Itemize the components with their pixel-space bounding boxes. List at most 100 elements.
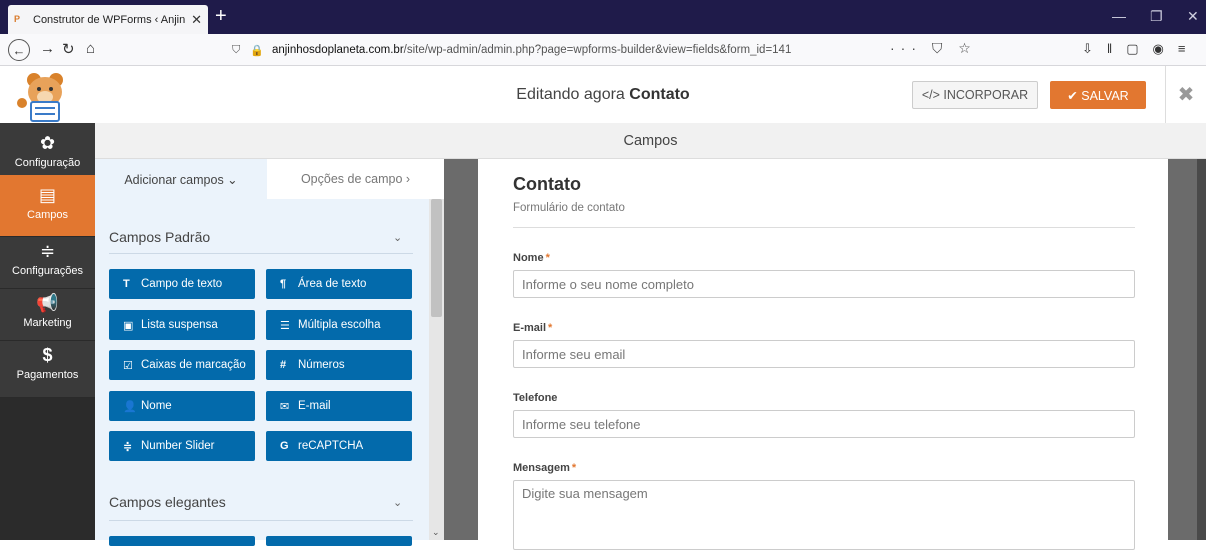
back-icon[interactable]: ← bbox=[8, 39, 30, 61]
tab-close-icon[interactable]: ✕ bbox=[191, 12, 202, 28]
fields-icon: ▤ bbox=[38, 185, 56, 205]
wpforms-favicon-icon: P bbox=[14, 13, 21, 24]
name-field[interactable]: Informe o seu nome completo bbox=[513, 270, 1135, 298]
field-button-text[interactable]: T Campo de texto bbox=[109, 269, 255, 299]
field-button-label: Área de texto bbox=[298, 278, 367, 290]
megaphone-icon: 📢 bbox=[36, 293, 59, 313]
field-button-multiple-choice[interactable]: ☰ Múltipla escolha bbox=[266, 310, 412, 340]
list-icon: ☰ bbox=[280, 319, 290, 332]
preview-scrollbar[interactable] bbox=[1197, 159, 1206, 540]
required-marker: * bbox=[545, 252, 550, 264]
restore-icon[interactable]: ❐ bbox=[1150, 8, 1163, 25]
toolbar-icons[interactable]: ⇩‖▢◉≡ bbox=[1082, 41, 1199, 57]
field-button-label: Caixas de marcação bbox=[141, 359, 246, 371]
field-label-text: E-mail bbox=[513, 322, 547, 334]
field-label-text: Mensagem bbox=[513, 462, 570, 474]
save-button[interactable]: ✔ SALVAR bbox=[1050, 81, 1146, 109]
field-button-partial[interactable] bbox=[266, 536, 412, 546]
required-marker: * bbox=[548, 322, 553, 334]
envelope-icon: ✉ bbox=[280, 400, 290, 413]
field-button-number-slider[interactable]: ≑ Number Slider bbox=[109, 431, 255, 461]
sidebar-item-marketing[interactable]: 📢 Marketing bbox=[0, 289, 95, 341]
field-label-phone[interactable]: Telefone bbox=[513, 392, 557, 404]
sidebar-item-label: Configurações bbox=[12, 265, 83, 277]
hash-icon: # bbox=[280, 359, 287, 371]
shield-icon[interactable]: ⛉ bbox=[232, 44, 240, 57]
required-marker: * bbox=[571, 462, 577, 474]
chevron-down-icon[interactable]: ⌄ bbox=[393, 496, 402, 509]
field-button-label: Nome bbox=[141, 400, 172, 412]
close-builder-icon[interactable]: ✖ bbox=[1165, 66, 1206, 123]
url-bar[interactable]: ⛉ 🔒 anjinhosdoplaneta.com.br /site/wp-ad… bbox=[232, 38, 982, 62]
form-preview: Contato Formulário de contato Nome * Info… bbox=[478, 159, 1168, 550]
sidebar-empty-area bbox=[0, 398, 95, 540]
field-label-email[interactable]: E-mail * bbox=[513, 322, 552, 334]
form-description: Formulário de contato bbox=[513, 202, 625, 214]
email-field[interactable]: Informe seu email bbox=[513, 340, 1135, 368]
sidebar-item-payments[interactable]: $ Pagamentos bbox=[0, 341, 95, 398]
page-actions-icon[interactable]: ··· ⛉ ☆ bbox=[890, 40, 977, 57]
divider bbox=[109, 520, 413, 521]
field-button-recaptcha[interactable]: G reCAPTCHA bbox=[266, 431, 412, 461]
tab-field-options[interactable]: Opções de campo › bbox=[267, 159, 444, 199]
divider bbox=[109, 253, 413, 254]
insecure-lock-icon[interactable]: 🔒 bbox=[250, 44, 264, 57]
panel-tabs: Adicionar campos ⌄ Opções de campo › bbox=[95, 159, 444, 199]
field-button-dropdown[interactable]: ▣ Lista suspensa bbox=[109, 310, 255, 340]
home-icon[interactable]: ⌂ bbox=[86, 40, 95, 57]
field-button-textarea[interactable]: ¶ Área de texto bbox=[266, 269, 412, 299]
sidebar-item-label: Marketing bbox=[23, 317, 72, 329]
panel-scrollbar[interactable]: ⌄ bbox=[429, 199, 444, 540]
new-tab-button[interactable]: + bbox=[215, 5, 227, 27]
sidebar-item-settings[interactable]: ≑ Configurações bbox=[0, 237, 95, 289]
embed-button[interactable]: </> INCORPORAR bbox=[912, 81, 1038, 109]
field-button-label: reCAPTCHA bbox=[298, 440, 364, 452]
browser-tab[interactable]: P Construtor de WPForms ‹ Anjin ✕ bbox=[8, 5, 208, 34]
field-label-name[interactable]: Nome * bbox=[513, 252, 550, 264]
text-field-icon: T bbox=[123, 278, 130, 290]
chevron-down-icon[interactable]: ⌄ bbox=[393, 231, 402, 244]
fields-panel: Adicionar campos ⌄ Opções de campo › Cam… bbox=[95, 159, 444, 546]
url-host: anjinhosdoplaneta.com.br bbox=[271, 44, 404, 56]
browser-tab-bar: P Construtor de WPForms ‹ Anjin ✕ + — ❐ … bbox=[0, 0, 1206, 34]
field-button-email[interactable]: ✉ E-mail bbox=[266, 391, 412, 421]
minimize-icon[interactable]: — bbox=[1112, 8, 1126, 24]
field-button-label: Múltipla escolha bbox=[298, 319, 381, 331]
forward-icon[interactable]: → bbox=[40, 40, 55, 57]
scroll-down-icon[interactable]: ⌄ bbox=[432, 527, 440, 538]
tab-title: Construtor de WPForms ‹ Anjin bbox=[33, 13, 186, 26]
dollar-icon: $ bbox=[42, 345, 53, 365]
form-title: Contato bbox=[513, 174, 581, 194]
group-fancy-title[interactable]: Campos elegantes bbox=[109, 494, 226, 510]
field-button-label: E-mail bbox=[298, 400, 331, 412]
user-icon: 👤 bbox=[123, 400, 137, 413]
field-button-checkboxes[interactable]: ☑ Caixas de marcação bbox=[109, 350, 255, 380]
sidebar-item-fields[interactable]: ▤ Campos bbox=[0, 175, 95, 237]
field-button-numbers[interactable]: # Números bbox=[266, 350, 412, 380]
field-button-label: Number Slider bbox=[141, 440, 215, 452]
form-name: Contato bbox=[629, 86, 690, 103]
field-button-name[interactable]: 👤 Nome bbox=[109, 391, 255, 421]
builder-toolbar: Editando agora Contato </> INCORPORAR ✔ … bbox=[0, 66, 1206, 124]
tab-add-fields[interactable]: Adicionar campos ⌄ bbox=[95, 159, 267, 199]
phone-field[interactable]: Informe seu telefone bbox=[513, 410, 1135, 438]
dropdown-icon: ▣ bbox=[123, 319, 134, 332]
reload-icon[interactable]: ↻ bbox=[62, 40, 75, 58]
divider bbox=[513, 227, 1135, 228]
scrollbar-thumb[interactable] bbox=[431, 199, 442, 317]
gear-icon: ✿ bbox=[39, 133, 56, 153]
slider-icon: ≑ bbox=[123, 440, 133, 453]
field-label-message[interactable]: Mensagem * bbox=[513, 462, 576, 474]
section-title: Campos bbox=[95, 123, 1206, 159]
field-button-label: Números bbox=[298, 359, 345, 371]
sidebar-item-label: Configuração bbox=[14, 157, 81, 169]
field-button-label: Lista suspensa bbox=[141, 319, 218, 331]
sliders-icon: ≑ bbox=[39, 241, 56, 261]
field-label-text: Telefone bbox=[513, 392, 558, 404]
field-button-partial[interactable] bbox=[109, 536, 255, 546]
window-close-icon[interactable]: ✕ bbox=[1187, 8, 1199, 25]
sidebar-item-label: Campos bbox=[27, 209, 68, 221]
builder-sidebar: ✿ Configuração ▤ Campos ≑ Configurações … bbox=[0, 123, 95, 540]
field-button-label: Campo de texto bbox=[141, 278, 223, 290]
group-standard-title[interactable]: Campos Padrão bbox=[109, 229, 210, 245]
